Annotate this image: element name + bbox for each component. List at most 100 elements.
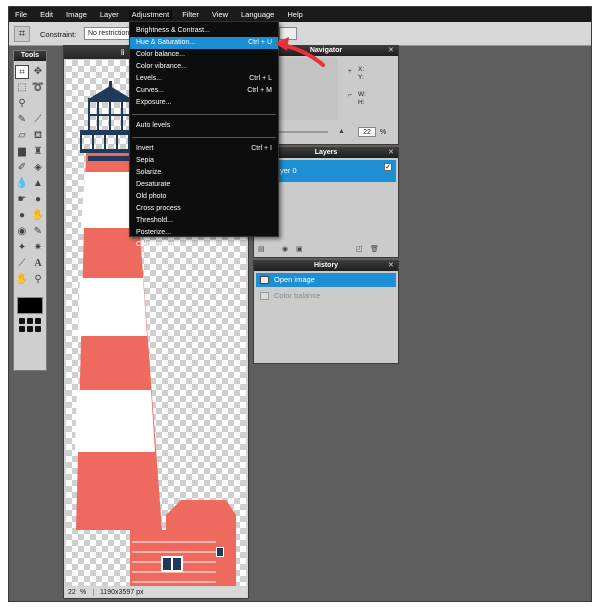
menu-item-solarize[interactable]: Solarize: [130, 167, 278, 179]
menu-item-label: Invert: [136, 145, 154, 152]
move-icon[interactable]: ✥: [31, 65, 45, 79]
menu-item-levels[interactable]: Levels... Ctrl + L: [130, 73, 278, 85]
menu-item-color-balance[interactable]: Color balance...: [130, 49, 278, 61]
eraser-icon[interactable]: ▱: [15, 129, 29, 143]
history-item-label: Open image: [274, 275, 315, 284]
menu-item-threshold[interactable]: Threshold...: [130, 215, 278, 227]
menu-image[interactable]: Image: [66, 10, 87, 19]
layer-mask-icon[interactable]: ◉: [282, 245, 288, 253]
menu-item-label: Color vibrance...: [136, 63, 187, 70]
menu-file[interactable]: File: [15, 10, 27, 19]
burn-icon[interactable]: ✋: [31, 209, 45, 223]
pinch-icon[interactable]: ✷: [31, 241, 45, 255]
bloat-icon[interactable]: ✦: [15, 241, 29, 255]
spot-heal-icon[interactable]: ✎: [31, 225, 45, 239]
menu-item-label: Auto levels: [136, 122, 171, 129]
crop-icon[interactable]: ⌗: [15, 65, 29, 79]
nav-h-label: H:: [358, 99, 365, 106]
preset-dot[interactable]: [35, 318, 41, 324]
preset-dot[interactable]: [27, 318, 33, 324]
menu-item-old-photo[interactable]: Old photo: [130, 191, 278, 203]
menu-layer[interactable]: Layer: [100, 10, 119, 19]
preset-dot[interactable]: [19, 318, 25, 324]
history-item[interactable]: Color balance: [256, 289, 396, 303]
new-layer-icon[interactable]: ◰: [356, 245, 363, 253]
gradient-icon[interactable]: ▆: [15, 145, 29, 159]
sponge-icon[interactable]: ●: [31, 193, 45, 207]
wand-icon[interactable]: ⚲: [15, 97, 29, 111]
hand-icon[interactable]: ✋: [15, 273, 29, 287]
color-replace-icon[interactable]: ✐: [15, 161, 29, 175]
marquee-icon[interactable]: ⬚: [15, 81, 29, 95]
brush-icon[interactable]: ⟋: [31, 113, 45, 127]
smudge-icon[interactable]: ☛: [15, 193, 29, 207]
color-picker-icon[interactable]: ⟋: [15, 257, 29, 271]
menu-adjustment[interactable]: Adjustment: [128, 10, 173, 19]
zoom-in-icon[interactable]: ▲: [338, 128, 345, 135]
menu-language[interactable]: Language: [241, 10, 274, 19]
menu-item-sepia[interactable]: Sepia: [130, 155, 278, 167]
lasso-icon[interactable]: ➰: [31, 81, 45, 95]
menu-item-cross-process[interactable]: Cross process: [130, 203, 278, 215]
nav-y-label: Y:: [358, 74, 364, 81]
preset-dot[interactable]: [19, 326, 25, 332]
menu-item-invert[interactable]: Invert Ctrl + I: [130, 143, 278, 155]
menu-help[interactable]: Help: [287, 10, 302, 19]
stamp-icon[interactable]: ♜: [31, 145, 45, 159]
history-title: History: [254, 261, 398, 271]
menu-item-exposure[interactable]: Exposure...: [130, 97, 278, 109]
foreground-color-swatch[interactable]: [17, 297, 43, 314]
navigator-zoom-input[interactable]: 22: [358, 127, 376, 137]
pencil-icon[interactable]: ✎: [15, 113, 29, 127]
sharpen-icon[interactable]: ▲: [31, 177, 45, 191]
history-item[interactable]: Open image: [256, 273, 396, 287]
layer-toolbar: ▤ ◉ ▣ ◰ 🗑: [258, 245, 394, 254]
red-eye-icon[interactable]: ◉: [15, 225, 29, 239]
delete-layer-icon[interactable]: 🗑: [370, 245, 379, 253]
layer-style-icon[interactable]: ▣: [296, 245, 303, 253]
menu-edit[interactable]: Edit: [40, 10, 53, 19]
menu-filter[interactable]: Filter: [182, 10, 199, 19]
tool-grid: ⌗ ✥ ⬚ ➰ ⚲ ✎ ⟋ ▱ ⛾ ▆ ♜ ✐ ◈ 💧 ▲ ☛ ● ● ✋ ◉ …: [14, 63, 46, 289]
close-icon[interactable]: ✕: [388, 262, 396, 270]
menu-item-shortcut: Ctrl + L: [249, 75, 272, 82]
menu-item-curves[interactable]: Curves... Ctrl + M: [130, 85, 278, 97]
image-zoom-value[interactable]: 22: [66, 589, 80, 596]
menu-item-shortcut: Ctrl + I: [251, 145, 272, 152]
document-icon: [260, 276, 269, 284]
layer-visibility-checkbox[interactable]: ✓: [384, 163, 392, 171]
preset-dot[interactable]: [27, 326, 33, 332]
menu-item-posterize[interactable]: Posterize...: [130, 227, 278, 239]
navigator-zoom-unit: %: [380, 129, 387, 136]
close-icon[interactable]: ✕: [388, 149, 396, 157]
drawing-icon[interactable]: ◈: [31, 161, 45, 175]
blank-tool-icon[interactable]: [31, 97, 45, 111]
menu-item-label: Levels...: [136, 75, 163, 82]
nav-x-label: X:: [358, 66, 365, 73]
menu-item-hue-saturation[interactable]: Hue & Saturation... Ctrl + U: [130, 37, 278, 49]
menu-view[interactable]: View: [212, 10, 228, 19]
menu-item-label: Sepia: [136, 157, 154, 164]
menu-item-shortcut: Ctrl + M: [247, 87, 272, 94]
blur-icon[interactable]: 💧: [15, 177, 29, 191]
menu-item-label: Exposure...: [136, 99, 172, 106]
bucket-icon[interactable]: ⛾: [31, 129, 45, 143]
menu-item-color-lookup[interactable]: Color lookup...: [130, 239, 278, 251]
document-icon: [260, 292, 269, 300]
menu-item-auto-levels[interactable]: Auto levels: [130, 120, 278, 132]
zoom-icon[interactable]: ⚲: [31, 273, 45, 287]
menu-separator: [132, 114, 276, 115]
menu-item-color-vibrance[interactable]: Color vibrance...: [130, 61, 278, 73]
image-dimensions: 1190x3597 px: [100, 588, 144, 596]
menu-item-brightness-contrast[interactable]: Brightness & Contrast...: [130, 25, 278, 37]
dodge-icon[interactable]: ●: [15, 209, 29, 223]
preset-dot[interactable]: [35, 326, 41, 332]
image-zoom-unit: %: [80, 588, 94, 596]
menu-bar: File Edit Image Layer Adjustment Filter …: [9, 7, 591, 22]
menu-item-desaturate[interactable]: Desaturate: [130, 179, 278, 191]
crop-tool-icon[interactable]: ⌗: [14, 26, 30, 42]
history-panel: History ✕ Open image Color balance: [253, 260, 399, 364]
close-icon[interactable]: ✕: [388, 47, 396, 55]
menu-item-label: Color lookup...: [136, 241, 182, 248]
type-icon[interactable]: A: [31, 257, 45, 271]
